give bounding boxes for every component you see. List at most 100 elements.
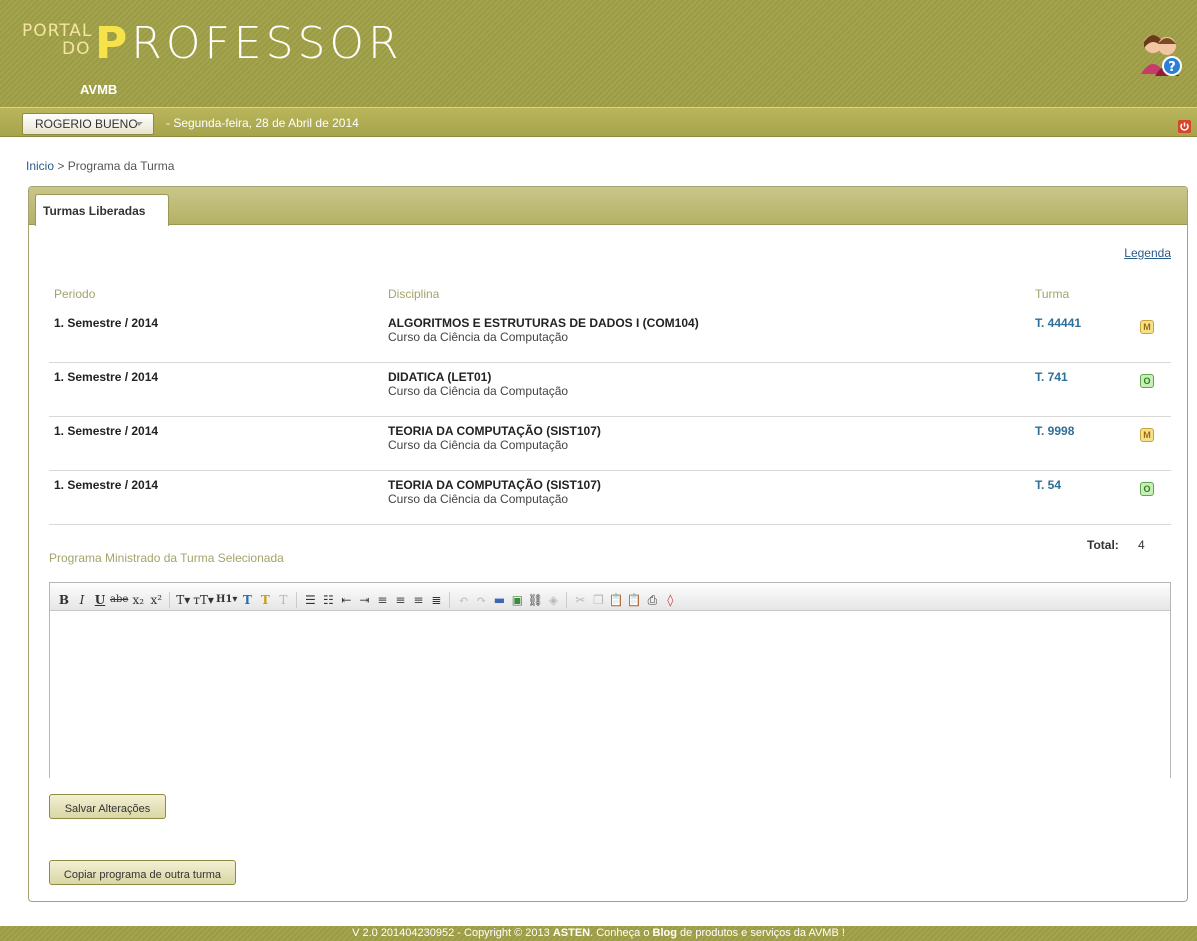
paste-icon[interactable]: 📋 [608, 592, 624, 608]
bullet-list-icon[interactable]: ☰ [302, 592, 318, 608]
table-row[interactable]: 1. Semestre / 2014 TEORIA DA COMPUTAÇÃO … [49, 417, 1171, 471]
bold-button[interactable]: B [56, 592, 72, 608]
disciplina-name: TEORIA DA COMPUTAÇÃO (SIST107) [388, 478, 601, 492]
undo-icon[interactable]: ↶ [455, 592, 471, 608]
logo-first-letter: P [95, 18, 132, 69]
status-badge: M [1140, 320, 1154, 334]
text-color-icon[interactable]: T [239, 592, 255, 608]
status-badge: M [1140, 428, 1154, 442]
total-label: Total: [1087, 538, 1119, 552]
align-justify-icon[interactable]: ≣ [428, 592, 444, 608]
footer-version: V 2.0 201404230952 - Copyright © 2013 [352, 927, 550, 939]
user-name: ROGERIO BUENO [35, 117, 138, 131]
footer-blog-link[interactable]: Blog [653, 927, 677, 939]
chevron-down-icon [135, 122, 143, 126]
disciplina-course: Curso da Ciência da Computação [388, 438, 569, 452]
highlight-icon[interactable]: T [257, 592, 273, 608]
logo-portal-text: PORTAL [22, 21, 93, 41]
row-disciplina: ALGORITMOS E ESTRUTURAS DE DADOS I (COM1… [388, 316, 699, 344]
svg-text:?: ? [1168, 60, 1176, 75]
subscript-button[interactable]: x₂ [130, 592, 146, 608]
main-panel: Turmas Liberadas Legenda Periodo Discipl… [28, 186, 1188, 902]
outdent-icon[interactable]: ⇤ [338, 592, 354, 608]
tab-bar: Turmas Liberadas [29, 187, 1187, 226]
disciplina-course: Curso da Ciência da Computação [388, 330, 569, 344]
rich-text-editor[interactable]: B I U abe x₂ x² T▾ тT▾ H1▾ T T T ☰ ☷ ⇤ ⇥… [49, 582, 1171, 778]
status-badge: O [1140, 482, 1154, 496]
paste-text-icon[interactable]: 📋 [626, 592, 642, 608]
superscript-button[interactable]: x² [148, 592, 164, 608]
copy-program-button[interactable]: Copiar programa de outra turma [49, 860, 236, 885]
status-badge: O [1140, 374, 1154, 388]
disciplina-name: ALGORITMOS E ESTRUTURAS DE DADOS I (COM1… [388, 316, 699, 330]
disciplina-name: DIDATICA (LET01) [388, 370, 492, 384]
power-icon[interactable] [1178, 120, 1191, 133]
numbered-list-icon[interactable]: ☷ [320, 592, 336, 608]
breadcrumb-separator: > [57, 159, 65, 173]
clear-format-icon[interactable]: T [275, 592, 291, 608]
row-periodo: 1. Semestre / 2014 [54, 424, 159, 438]
toolbar-separator [296, 591, 298, 608]
underline-button[interactable]: U [92, 592, 108, 608]
font-size-button[interactable]: T▾ [175, 592, 191, 608]
row-periodo: 1. Semestre / 2014 [54, 478, 159, 492]
tab-turmas-liberadas[interactable]: Turmas Liberadas [35, 194, 169, 226]
row-disciplina: TEORIA DA COMPUTAÇÃO (SIST107) Curso da … [388, 424, 601, 452]
table-row[interactable]: 1. Semestre / 2014 DIDATICA (LET01) Curs… [49, 363, 1171, 417]
current-date: - Segunda-feira, 28 de Abril de 2014 [166, 116, 359, 130]
users-help-icon[interactable]: ? [1139, 26, 1183, 82]
breadcrumb: Inicio > Programa da Turma [26, 159, 174, 173]
logo-rest-letters: ROFESSOR [131, 18, 403, 69]
logo-small-text: PORTAL DO [22, 22, 92, 58]
strikethrough-button[interactable]: abe [110, 592, 128, 608]
turma-link[interactable]: T. 9998 [1035, 424, 1074, 438]
footer-text-end: de produtos e serviços da AVMB ! [680, 927, 845, 939]
disciplina-name: TEORIA DA COMPUTAÇÃO (SIST107) [388, 424, 601, 438]
heading-button[interactable]: H1▾ [216, 592, 237, 608]
user-dropdown[interactable]: ROGERIO BUENO [22, 113, 154, 135]
print-icon[interactable]: ⎙ [644, 592, 660, 608]
italic-button[interactable]: I [74, 592, 90, 608]
row-periodo: 1. Semestre / 2014 [54, 370, 159, 384]
breadcrumb-home-link[interactable]: Inicio [26, 159, 54, 173]
indent-icon[interactable]: ⇥ [356, 592, 372, 608]
redo-icon[interactable]: ↷ [473, 592, 489, 608]
toolbar-separator [169, 591, 171, 608]
turma-link[interactable]: T. 44441 [1035, 316, 1081, 330]
logo-do-text: DO [62, 39, 91, 59]
breadcrumb-current: Programa da Turma [67, 159, 175, 173]
programa-title: Programa Ministrado da Turma Selecionada [49, 551, 284, 565]
horizontal-rule-icon[interactable]: ▬ [491, 592, 507, 608]
align-right-icon[interactable]: ≡ [410, 592, 426, 608]
footer-brand-link[interactable]: ASTEN [553, 927, 590, 939]
copy-icon[interactable]: ❐ [590, 592, 606, 608]
header-turma: Turma [1035, 287, 1070, 301]
editor-content[interactable] [50, 611, 1170, 778]
align-left-icon[interactable]: ≡ [374, 592, 390, 608]
table-row[interactable]: 1. Semestre / 2014 ALGORITMOS E ESTRUTUR… [49, 309, 1171, 363]
table-row[interactable]: 1. Semestre / 2014 TEORIA DA COMPUTAÇÃO … [49, 471, 1171, 525]
row-disciplina: TEORIA DA COMPUTAÇÃO (SIST107) Curso da … [388, 478, 601, 506]
source-code-icon[interactable]: ◊ [662, 592, 678, 608]
link-icon[interactable]: ⛓ [527, 592, 543, 608]
unlink-icon[interactable]: ◈ [545, 592, 561, 608]
image-icon[interactable]: ▣ [509, 592, 525, 608]
footer-text: . Conheça o [590, 927, 650, 939]
row-periodo: 1. Semestre / 2014 [54, 316, 159, 330]
toolbar-separator [449, 591, 451, 608]
app-header: PORTAL DO PROFESSOR AVMB ? [0, 0, 1197, 107]
logo-subtitle: AVMB [80, 82, 118, 97]
turma-link[interactable]: T. 54 [1035, 478, 1061, 492]
align-center-icon[interactable]: ≡ [392, 592, 408, 608]
turma-link[interactable]: T. 741 [1035, 370, 1068, 384]
total-value: 4 [1138, 538, 1145, 552]
legend-link[interactable]: Legenda [1124, 246, 1171, 260]
font-family-button[interactable]: тT▾ [193, 592, 214, 608]
user-bar: ROGERIO BUENO - Segunda-feira, 28 de Abr… [0, 107, 1197, 137]
disciplina-course: Curso da Ciência da Computação [388, 492, 569, 506]
footer: V 2.0 201404230952 - Copyright © 2013 AS… [0, 926, 1197, 941]
portal-logo[interactable]: PORTAL DO PROFESSOR AVMB [22, 20, 422, 98]
cut-icon[interactable]: ✂ [572, 592, 588, 608]
logo-professor-text: PROFESSOR [95, 20, 403, 68]
save-button[interactable]: Salvar Alterações [49, 794, 166, 819]
